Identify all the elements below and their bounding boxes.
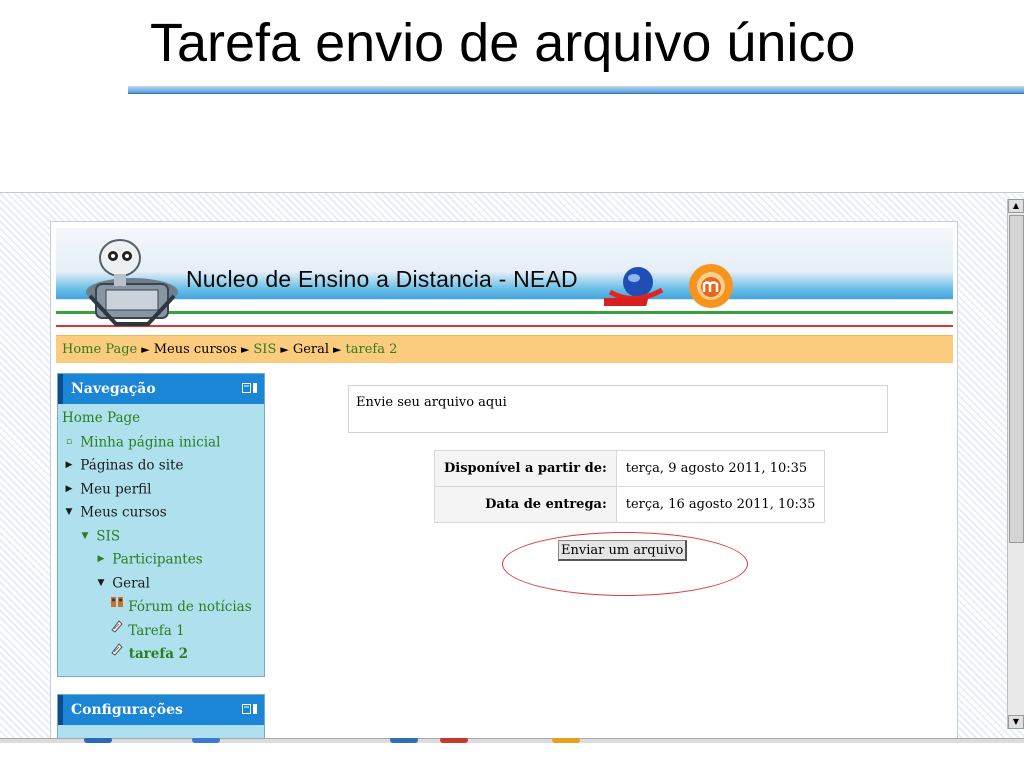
breadcrumb-tarefa-2[interactable]: tarefa 2 bbox=[346, 342, 398, 357]
nav-item-label: Meu perfil bbox=[80, 480, 152, 497]
table-row: Data de entrega: terça, 16 agosto 2011, … bbox=[434, 486, 826, 523]
settings-block-header: Configurações bbox=[58, 695, 264, 725]
nav-item[interactable]: ▼ Geral bbox=[58, 572, 264, 596]
nav-item-label: Geral bbox=[112, 574, 150, 591]
nav-item-label: Fórum de notícias bbox=[128, 598, 252, 615]
nav-item-label: Meus cursos bbox=[80, 504, 167, 521]
taskbar-app-icon[interactable] bbox=[552, 738, 580, 743]
unicruz-logo-icon bbox=[604, 267, 664, 306]
breadcrumb: Home Page ► Meus cursos ► SIS ► Geral ► tarefa 2 bbox=[56, 335, 953, 363]
assignment-dates-table: Disponível a partir de: terça, 9 agosto … bbox=[434, 450, 826, 523]
collapse-arrow-icon: ▼ bbox=[81, 530, 89, 541]
bullet-icon: ▫ bbox=[65, 436, 73, 447]
nav-item[interactable]: ▼ SIS bbox=[58, 525, 264, 549]
browser-screenshot: ▲ ▼ Nucleo de Ensino a Distancia - NEAD bbox=[0, 192, 1024, 739]
scroll-down-arrow-icon[interactable]: ▼ bbox=[1008, 715, 1024, 729]
expand-arrow-icon: ▶ bbox=[65, 483, 73, 494]
breadcrumb-home[interactable]: Home Page bbox=[62, 342, 137, 357]
navigation-block: Navegação Home Page ▫ Minha página inicia… bbox=[57, 373, 265, 677]
slide-title: Tarefa envio de arquivo único bbox=[150, 13, 856, 73]
available-from-label: Disponível a partir de: bbox=[434, 450, 617, 487]
vertical-scrollbar[interactable]: ▲ ▼ bbox=[1007, 199, 1024, 729]
nav-item[interactable]: ▫ Minha página inicial bbox=[58, 431, 264, 455]
nav-item[interactable]: ▼ Meus cursos bbox=[58, 501, 264, 525]
breadcrumb-geral: Geral bbox=[292, 342, 330, 357]
due-date-label: Data de entrega: bbox=[434, 486, 617, 523]
dock-block-icon[interactable] bbox=[242, 704, 258, 714]
settings-title: Configurações bbox=[71, 702, 183, 718]
moodle-logo-icon bbox=[689, 264, 733, 308]
taskbar-app-icon[interactable] bbox=[192, 738, 220, 743]
moodle-page: Nucleo de Ensino a Distancia - NEAD Home… bbox=[50, 221, 958, 739]
nav-item[interactable]: Tarefa 1 bbox=[58, 619, 264, 643]
scroll-up-arrow-icon[interactable]: ▲ bbox=[1008, 199, 1024, 213]
forum-icon bbox=[110, 595, 124, 620]
taskbar-app-icon[interactable] bbox=[84, 738, 112, 743]
taskbar-app-icon[interactable] bbox=[390, 738, 418, 743]
taskbar-app-icon[interactable] bbox=[440, 738, 468, 743]
nav-item[interactable]: ▶ Páginas do site bbox=[58, 454, 264, 478]
assignment-description: Envie seu arquivo aqui bbox=[348, 385, 888, 433]
nav-item[interactable]: ▶ Meu perfil bbox=[58, 478, 264, 502]
available-from-value: terça, 9 agosto 2011, 10:35 bbox=[615, 450, 826, 487]
title-underline bbox=[128, 86, 1024, 94]
expand-arrow-icon: ▶ bbox=[97, 554, 105, 564]
nav-item-label: Minha página inicial bbox=[80, 433, 221, 450]
nav-item[interactable]: tarefa 2 bbox=[58, 642, 264, 666]
scroll-thumb[interactable] bbox=[1009, 215, 1024, 543]
dock-block-icon[interactable] bbox=[242, 383, 258, 393]
nav-item-label: Páginas do site bbox=[80, 457, 184, 474]
nav-item[interactable]: ▶ Participantes bbox=[58, 548, 264, 572]
nav-item-label: tarefa 2 bbox=[128, 645, 189, 662]
breadcrumb-separator-icon: ► bbox=[333, 343, 342, 356]
breadcrumb-separator-icon: ► bbox=[280, 343, 289, 356]
taskbar-strip bbox=[0, 738, 1024, 768]
nav-item-label: Tarefa 1 bbox=[128, 622, 185, 639]
upload-file-button[interactable]: Enviar um arquivo bbox=[558, 540, 688, 561]
settings-block: Configurações bbox=[57, 694, 265, 738]
nav-item-label: Home Page bbox=[62, 410, 141, 426]
collapse-arrow-icon: ▼ bbox=[97, 577, 105, 588]
breadcrumb-separator-icon: ► bbox=[240, 343, 250, 356]
navigation-tree: Home Page ▫ Minha página inicial ▶ Páginas… bbox=[58, 404, 264, 666]
site-banner: Nucleo de Ensino a Distancia - NEAD bbox=[56, 228, 953, 332]
assignment-icon bbox=[110, 642, 124, 667]
expand-arrow-icon: ▶ bbox=[65, 460, 73, 470]
nav-item-label: SIS bbox=[96, 527, 121, 544]
navigation-title: Navegação bbox=[71, 381, 156, 397]
assignment-icon bbox=[110, 619, 124, 644]
table-row: Disponível a partir de: terça, 9 agosto … bbox=[434, 450, 826, 487]
collapse-arrow-icon: ▼ bbox=[65, 507, 73, 517]
breadcrumb-separator-icon: ► bbox=[141, 343, 150, 356]
due-date-value: terça, 16 agosto 2011, 10:35 bbox=[615, 486, 826, 523]
banner-title: Nucleo de Ensino a Distancia - NEAD bbox=[186, 266, 578, 292]
nav-item[interactable]: Fórum de notícias bbox=[58, 595, 264, 619]
nav-item-label: Participantes bbox=[112, 551, 203, 568]
breadcrumb-sis[interactable]: SIS bbox=[253, 342, 276, 357]
nav-item[interactable]: Home Page bbox=[58, 407, 264, 431]
navigation-block-header: Navegação bbox=[58, 374, 264, 404]
robot-mascot-icon bbox=[86, 239, 178, 326]
breadcrumb-meus-cursos: Meus cursos bbox=[153, 342, 237, 357]
